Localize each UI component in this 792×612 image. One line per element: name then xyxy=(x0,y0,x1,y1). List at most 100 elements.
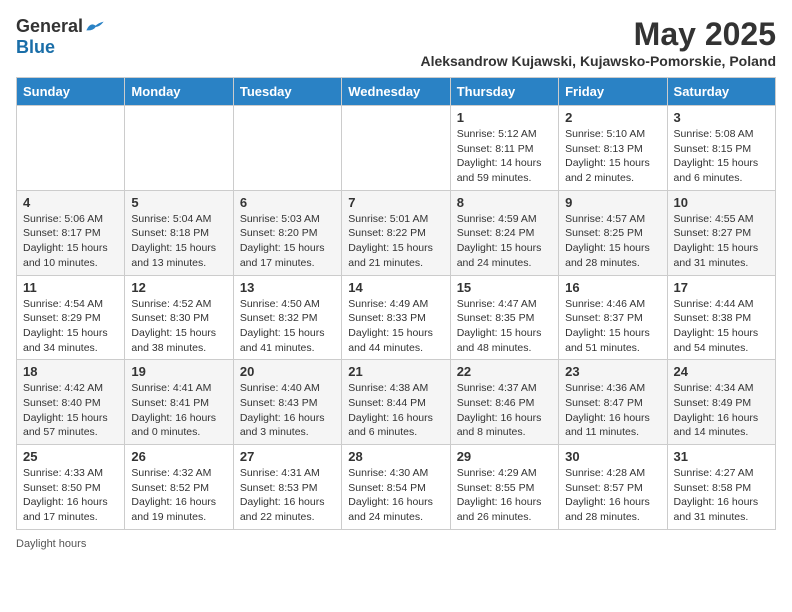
calendar-cell: 7Sunrise: 5:01 AM Sunset: 8:22 PM Daylig… xyxy=(342,190,450,275)
day-info: Sunrise: 4:50 AM Sunset: 8:32 PM Dayligh… xyxy=(240,297,335,356)
calendar-cell: 5 Sunrise: 5:04 AM Sunset: 8:18 PM Daylig… xyxy=(125,190,233,275)
calendar-header-wednesday: Wednesday xyxy=(342,78,450,106)
logo-general-text: General xyxy=(16,16,83,37)
day-info: Sunrise: 4:52 AM Sunset: 8:30 PM Dayligh… xyxy=(131,297,226,356)
day-number: 21 xyxy=(348,364,443,379)
day-info: Sunrise: 4:55 AM Sunset: 8:27 PM Dayligh… xyxy=(674,212,769,271)
day-number: 1 xyxy=(457,110,552,125)
calendar-header-friday: Friday xyxy=(559,78,667,106)
calendar-cell: 25 Sunrise: 4:33 AM Sunset: 8:50 PM Dayli… xyxy=(17,445,125,530)
calendar-week-row: 4 Sunrise: 5:06 AM Sunset: 8:17 PM Daylig… xyxy=(17,190,776,275)
calendar-footer: Daylight hours xyxy=(16,538,776,550)
calendar-cell: 16 Sunrise: 4:46 AM Sunset: 8:37 PM Dayli… xyxy=(559,275,667,360)
calendar-cell: 17Sunrise: 4:44 AM Sunset: 8:38 PM Dayli… xyxy=(667,275,775,360)
day-info: Sunrise: 4:30 AM Sunset: 8:54 PM Dayligh… xyxy=(348,466,443,525)
calendar-cell: 1Sunrise: 5:12 AM Sunset: 8:11 PM Daylig… xyxy=(450,106,558,191)
page-header: General Blue May 2025 Aleksandrow Kujaws… xyxy=(16,16,776,69)
day-number: 4 xyxy=(23,195,118,210)
calendar-cell: 9Sunrise: 4:57 AM Sunset: 8:25 PM Daylig… xyxy=(559,190,667,275)
calendar-cell: 15 Sunrise: 4:47 AM Sunset: 8:35 PM Dayli… xyxy=(450,275,558,360)
title-block: May 2025 Aleksandrow Kujawski, Kujawsko-… xyxy=(420,16,776,69)
calendar-cell: 11Sunrise: 4:54 AM Sunset: 8:29 PM Dayli… xyxy=(17,275,125,360)
day-number: 24 xyxy=(674,364,769,379)
calendar-cell: 13Sunrise: 4:50 AM Sunset: 8:32 PM Dayli… xyxy=(233,275,341,360)
day-info: Sunrise: 5:06 AM Sunset: 8:17 PM Dayligh… xyxy=(23,212,118,271)
day-number: 26 xyxy=(131,449,226,464)
day-number: 22 xyxy=(457,364,552,379)
calendar-cell: 4 Sunrise: 5:06 AM Sunset: 8:17 PM Daylig… xyxy=(17,190,125,275)
day-info: Sunrise: 5:04 AM Sunset: 8:18 PM Dayligh… xyxy=(131,212,226,271)
day-info: Sunrise: 4:41 AM Sunset: 8:41 PM Dayligh… xyxy=(131,381,226,440)
day-number: 17 xyxy=(674,280,769,295)
calendar-cell xyxy=(17,106,125,191)
day-number: 5 xyxy=(131,195,226,210)
calendar-cell: 6 Sunrise: 5:03 AM Sunset: 8:20 PM Daylig… xyxy=(233,190,341,275)
day-info: Sunrise: 4:28 AM Sunset: 8:57 PM Dayligh… xyxy=(565,466,660,525)
day-number: 23 xyxy=(565,364,660,379)
day-info: Sunrise: 4:34 AM Sunset: 8:49 PM Dayligh… xyxy=(674,381,769,440)
day-info: Sunrise: 4:59 AM Sunset: 8:24 PM Dayligh… xyxy=(457,212,552,271)
calendar-cell: 21 Sunrise: 4:38 AM Sunset: 8:44 PM Dayli… xyxy=(342,360,450,445)
calendar-cell: 22 Sunrise: 4:37 AM Sunset: 8:46 PM Dayli… xyxy=(450,360,558,445)
calendar-cell: 19Sunrise: 4:41 AM Sunset: 8:41 PM Dayli… xyxy=(125,360,233,445)
day-info: Sunrise: 4:46 AM Sunset: 8:37 PM Dayligh… xyxy=(565,297,660,356)
calendar-cell: 14 Sunrise: 4:49 AM Sunset: 8:33 PM Dayli… xyxy=(342,275,450,360)
calendar-cell xyxy=(342,106,450,191)
calendar-cell: 28 Sunrise: 4:30 AM Sunset: 8:54 PM Dayli… xyxy=(342,445,450,530)
day-number: 6 xyxy=(240,195,335,210)
calendar-header-tuesday: Tuesday xyxy=(233,78,341,106)
calendar-cell: 20Sunrise: 4:40 AM Sunset: 8:43 PM Dayli… xyxy=(233,360,341,445)
calendar-cell: 12 Sunrise: 4:52 AM Sunset: 8:30 PM Dayli… xyxy=(125,275,233,360)
day-info: Sunrise: 4:33 AM Sunset: 8:50 PM Dayligh… xyxy=(23,466,118,525)
calendar-cell: 27 Sunrise: 4:31 AM Sunset: 8:53 PM Dayli… xyxy=(233,445,341,530)
day-info: Sunrise: 4:49 AM Sunset: 8:33 PM Dayligh… xyxy=(348,297,443,356)
calendar-cell: 30 Sunrise: 4:28 AM Sunset: 8:57 PM Dayli… xyxy=(559,445,667,530)
calendar-week-row: 25 Sunrise: 4:33 AM Sunset: 8:50 PM Dayli… xyxy=(17,445,776,530)
day-info: Sunrise: 4:37 AM Sunset: 8:46 PM Dayligh… xyxy=(457,381,552,440)
day-info: Sunrise: 4:29 AM Sunset: 8:55 PM Dayligh… xyxy=(457,466,552,525)
month-title: May 2025 xyxy=(420,16,776,53)
logo-blue-text: Blue xyxy=(16,37,55,58)
calendar-cell: 10 Sunrise: 4:55 AM Sunset: 8:27 PM Dayli… xyxy=(667,190,775,275)
day-info: Sunrise: 5:03 AM Sunset: 8:20 PM Dayligh… xyxy=(240,212,335,271)
day-number: 3 xyxy=(674,110,769,125)
day-info: Sunrise: 4:47 AM Sunset: 8:35 PM Dayligh… xyxy=(457,297,552,356)
day-number: 12 xyxy=(131,280,226,295)
calendar-cell: 23 Sunrise: 4:36 AM Sunset: 8:47 PM Dayli… xyxy=(559,360,667,445)
day-number: 20 xyxy=(240,364,335,379)
calendar-week-row: 18Sunrise: 4:42 AM Sunset: 8:40 PM Dayli… xyxy=(17,360,776,445)
day-number: 7 xyxy=(348,195,443,210)
calendar-header-sunday: Sunday xyxy=(17,78,125,106)
day-number: 25 xyxy=(23,449,118,464)
day-info: Sunrise: 4:31 AM Sunset: 8:53 PM Dayligh… xyxy=(240,466,335,525)
day-info: Sunrise: 4:36 AM Sunset: 8:47 PM Dayligh… xyxy=(565,381,660,440)
calendar-cell: 18Sunrise: 4:42 AM Sunset: 8:40 PM Dayli… xyxy=(17,360,125,445)
day-number: 27 xyxy=(240,449,335,464)
calendar-subtitle: Aleksandrow Kujawski, Kujawsko-Pomorskie… xyxy=(420,53,776,69)
calendar-header-thursday: Thursday xyxy=(450,78,558,106)
day-number: 10 xyxy=(674,195,769,210)
daylight-hours-label: Daylight hours xyxy=(16,538,86,550)
day-number: 9 xyxy=(565,195,660,210)
day-number: 29 xyxy=(457,449,552,464)
day-number: 14 xyxy=(348,280,443,295)
calendar-cell: 26Sunrise: 4:32 AM Sunset: 8:52 PM Dayli… xyxy=(125,445,233,530)
calendar-header-monday: Monday xyxy=(125,78,233,106)
calendar-cell: 3Sunrise: 5:08 AM Sunset: 8:15 PM Daylig… xyxy=(667,106,775,191)
day-number: 30 xyxy=(565,449,660,464)
day-number: 31 xyxy=(674,449,769,464)
day-number: 28 xyxy=(348,449,443,464)
logo-bird-icon xyxy=(85,17,105,37)
day-number: 18 xyxy=(23,364,118,379)
calendar-table: SundayMondayTuesdayWednesdayThursdayFrid… xyxy=(16,77,776,530)
day-number: 15 xyxy=(457,280,552,295)
calendar-cell: 24 Sunrise: 4:34 AM Sunset: 8:49 PM Dayli… xyxy=(667,360,775,445)
calendar-cell: 31Sunrise: 4:27 AM Sunset: 8:58 PM Dayli… xyxy=(667,445,775,530)
calendar-cell xyxy=(233,106,341,191)
calendar-header-saturday: Saturday xyxy=(667,78,775,106)
logo: General Blue xyxy=(16,16,105,58)
day-number: 16 xyxy=(565,280,660,295)
day-info: Sunrise: 4:38 AM Sunset: 8:44 PM Dayligh… xyxy=(348,381,443,440)
day-number: 2 xyxy=(565,110,660,125)
calendar-week-row: 11Sunrise: 4:54 AM Sunset: 8:29 PM Dayli… xyxy=(17,275,776,360)
